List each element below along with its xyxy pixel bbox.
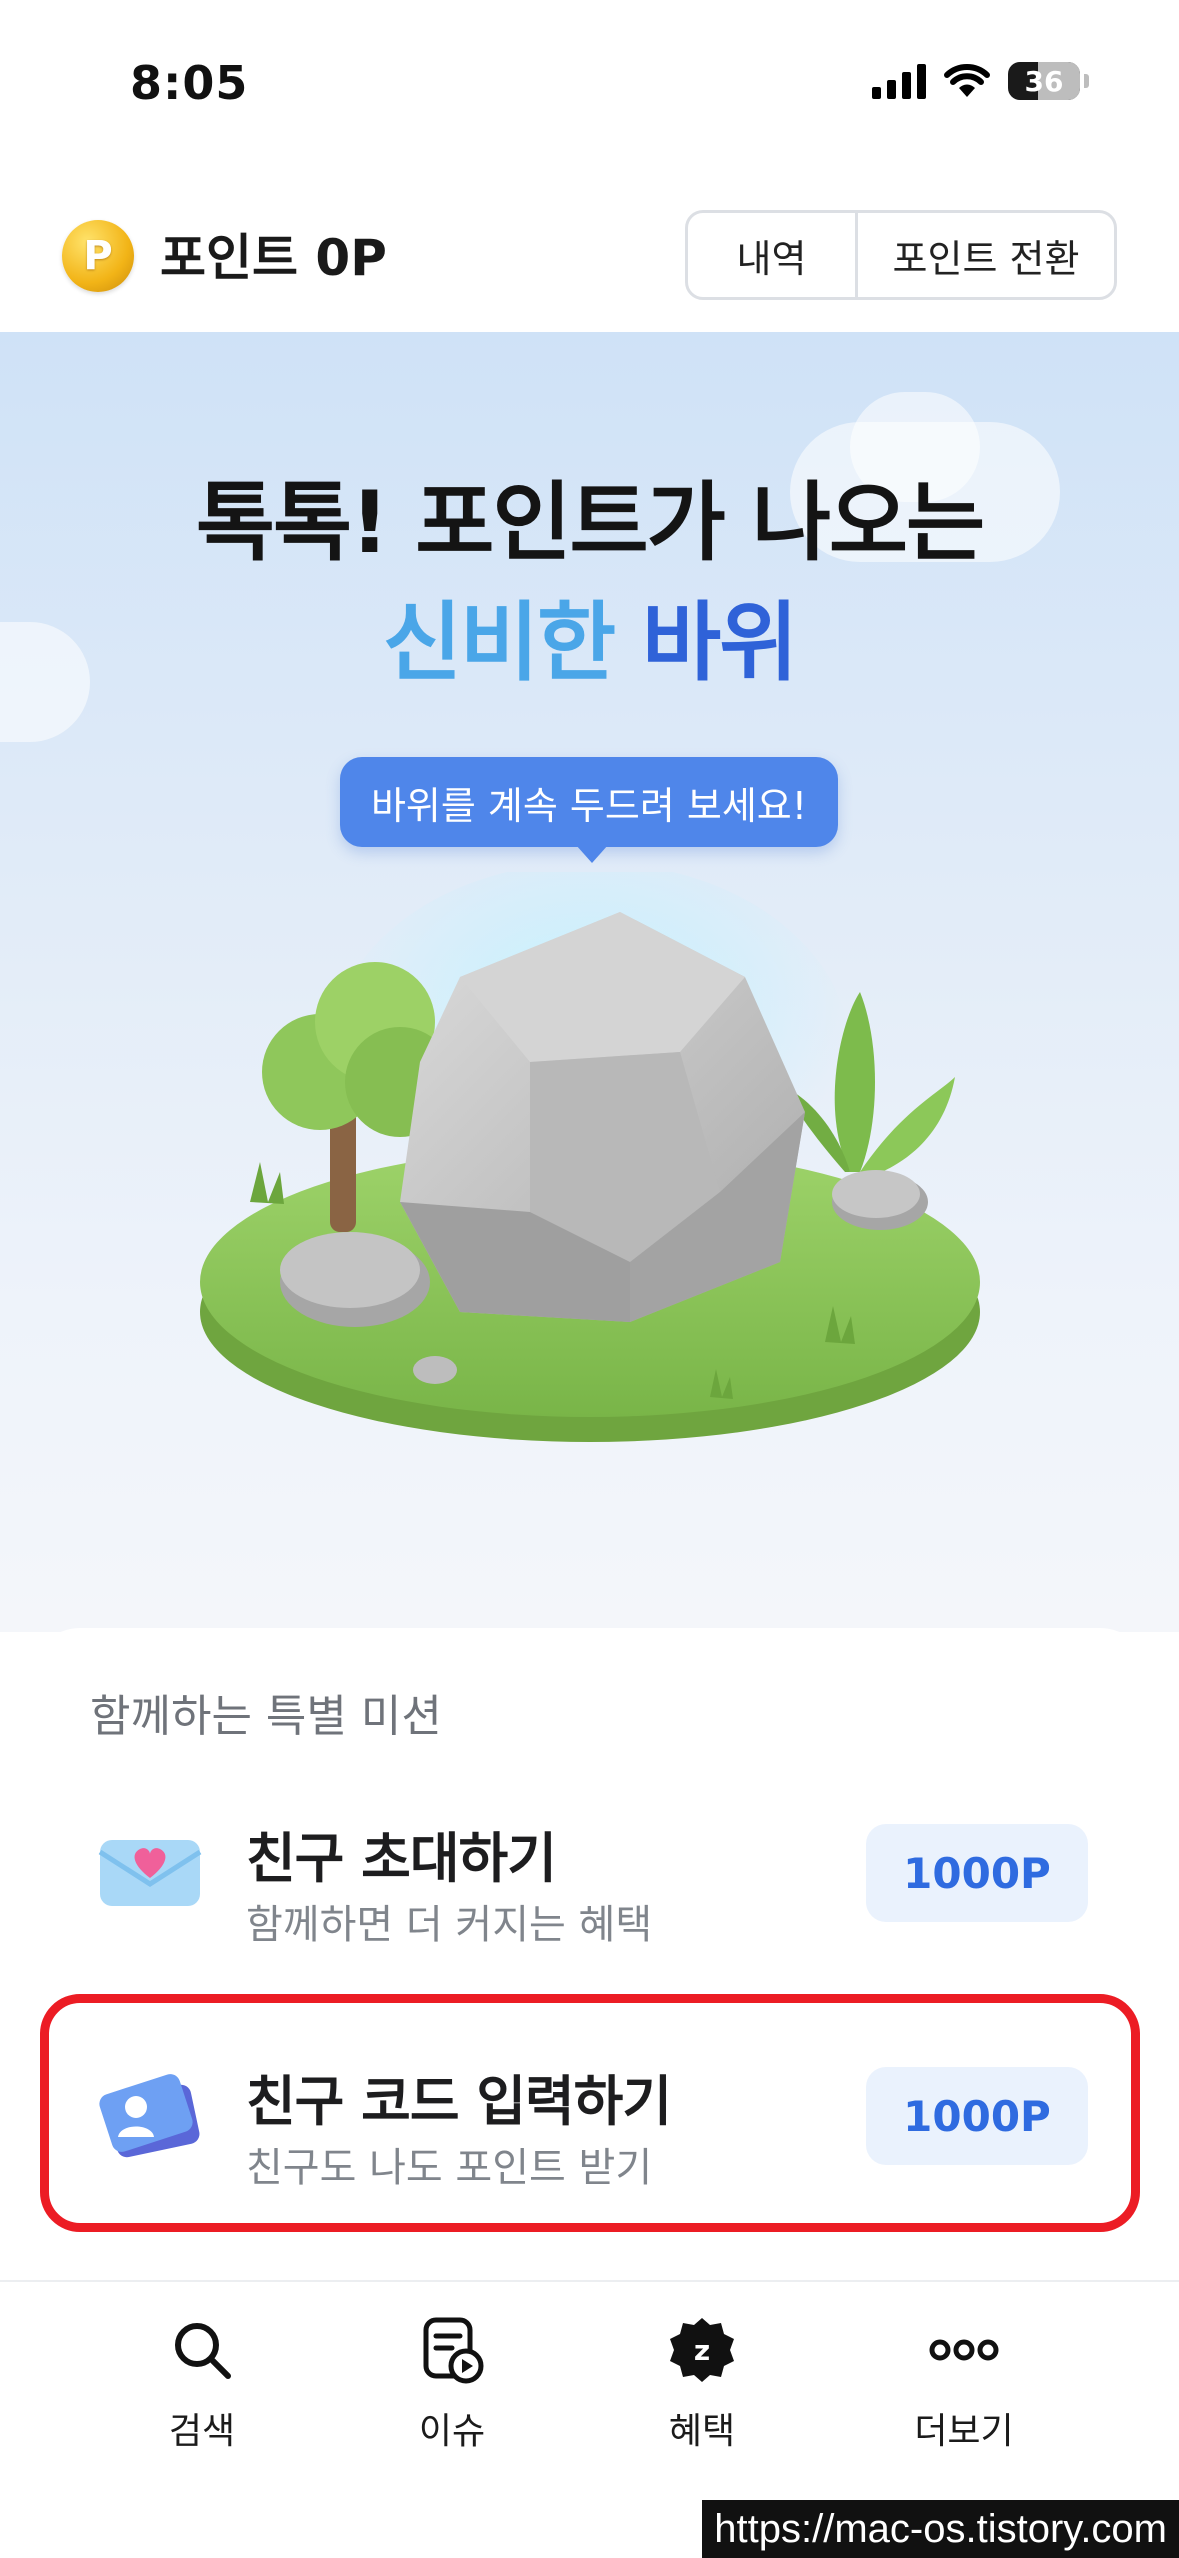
tab-search[interactable]: 검색 bbox=[112, 2312, 292, 2454]
point-convert-button[interactable]: 포인트 전환 bbox=[858, 213, 1114, 297]
status-time: 8:05 bbox=[130, 56, 249, 110]
search-icon bbox=[175, 2323, 231, 2379]
friend-card-icon bbox=[99, 2074, 200, 2158]
mission-reward-button[interactable]: 1000P bbox=[866, 1824, 1088, 1922]
status-bar: 8:05 36 bbox=[0, 0, 1179, 170]
status-icons: 36 bbox=[872, 62, 1089, 100]
tab-more[interactable]: 더보기 bbox=[874, 2312, 1054, 2454]
point-coin-icon: P bbox=[62, 220, 134, 292]
hero-title: 톡톡! 포인트가 나오는 bbox=[195, 473, 985, 573]
tab-label: 혜택 bbox=[668, 2411, 736, 2452]
tab-label: 검색 bbox=[168, 2411, 236, 2452]
tab-label: 더보기 bbox=[914, 2411, 1014, 2452]
rock-island-illustration[interactable] bbox=[200, 872, 1000, 1452]
mission-invite-friend[interactable]: 친구 초대하기 함께하면 더 커지는 혜택 1000P bbox=[32, 1778, 1148, 1958]
mission-section-title: 함께하는 특별 미션 bbox=[90, 1691, 442, 1742]
more-dots-icon bbox=[929, 2339, 999, 2361]
issue-doc-play-icon bbox=[423, 2317, 484, 2384]
mission-name: 친구 코드 입력하기 bbox=[246, 2070, 672, 2133]
battery-icon: 36 bbox=[1008, 62, 1080, 100]
tap-hint-tooltip: 바위를 계속 두드려 보세요! bbox=[340, 757, 838, 863]
benefit-badge-icon: z bbox=[670, 2318, 734, 2382]
mission-description: 함께하면 더 커지는 혜택 bbox=[246, 1902, 653, 1948]
mission-description: 친구도 나도 포인트 받기 bbox=[246, 2145, 653, 2191]
envelope-heart-icon bbox=[98, 1840, 202, 1906]
history-button[interactable]: 내역 bbox=[688, 213, 858, 297]
tab-issue[interactable]: 이슈 bbox=[362, 2312, 542, 2454]
mission-reward-button[interactable]: 1000P bbox=[866, 2067, 1088, 2165]
cellular-signal-icon bbox=[872, 63, 926, 99]
tab-benefit[interactable]: z 혜택 bbox=[612, 2312, 792, 2454]
header-segment-buttons: 내역 포인트 전환 bbox=[685, 210, 1117, 300]
watermark-url: https://mac-os.tistory.com bbox=[702, 2500, 1179, 2558]
svg-text:z: z bbox=[694, 2334, 710, 2367]
battery-level: 36 bbox=[1024, 64, 1064, 98]
points-header: P 포인트 0P 내역 포인트 전환 bbox=[0, 170, 1179, 332]
rock-hero: 톡톡! 포인트가 나오는 신비한 바위 바위를 계속 두드려 보세요! bbox=[0, 332, 1179, 1632]
special-mission-card: 함께하는 특별 미션 친구 초대하기 함께하면 더 커지는 혜택 1000P 친… bbox=[32, 1628, 1148, 2258]
mission-name: 친구 초대하기 bbox=[246, 1827, 557, 1890]
tab-label: 이슈 bbox=[418, 2411, 486, 2452]
wifi-icon bbox=[944, 64, 990, 97]
mission-enter-friend-code[interactable]: 친구 코드 입력하기 친구도 나도 포인트 받기 1000P bbox=[32, 2021, 1148, 2201]
hero-subtitle: 신비한 바위 bbox=[382, 593, 799, 693]
point-balance: 포인트 0P bbox=[160, 229, 387, 287]
